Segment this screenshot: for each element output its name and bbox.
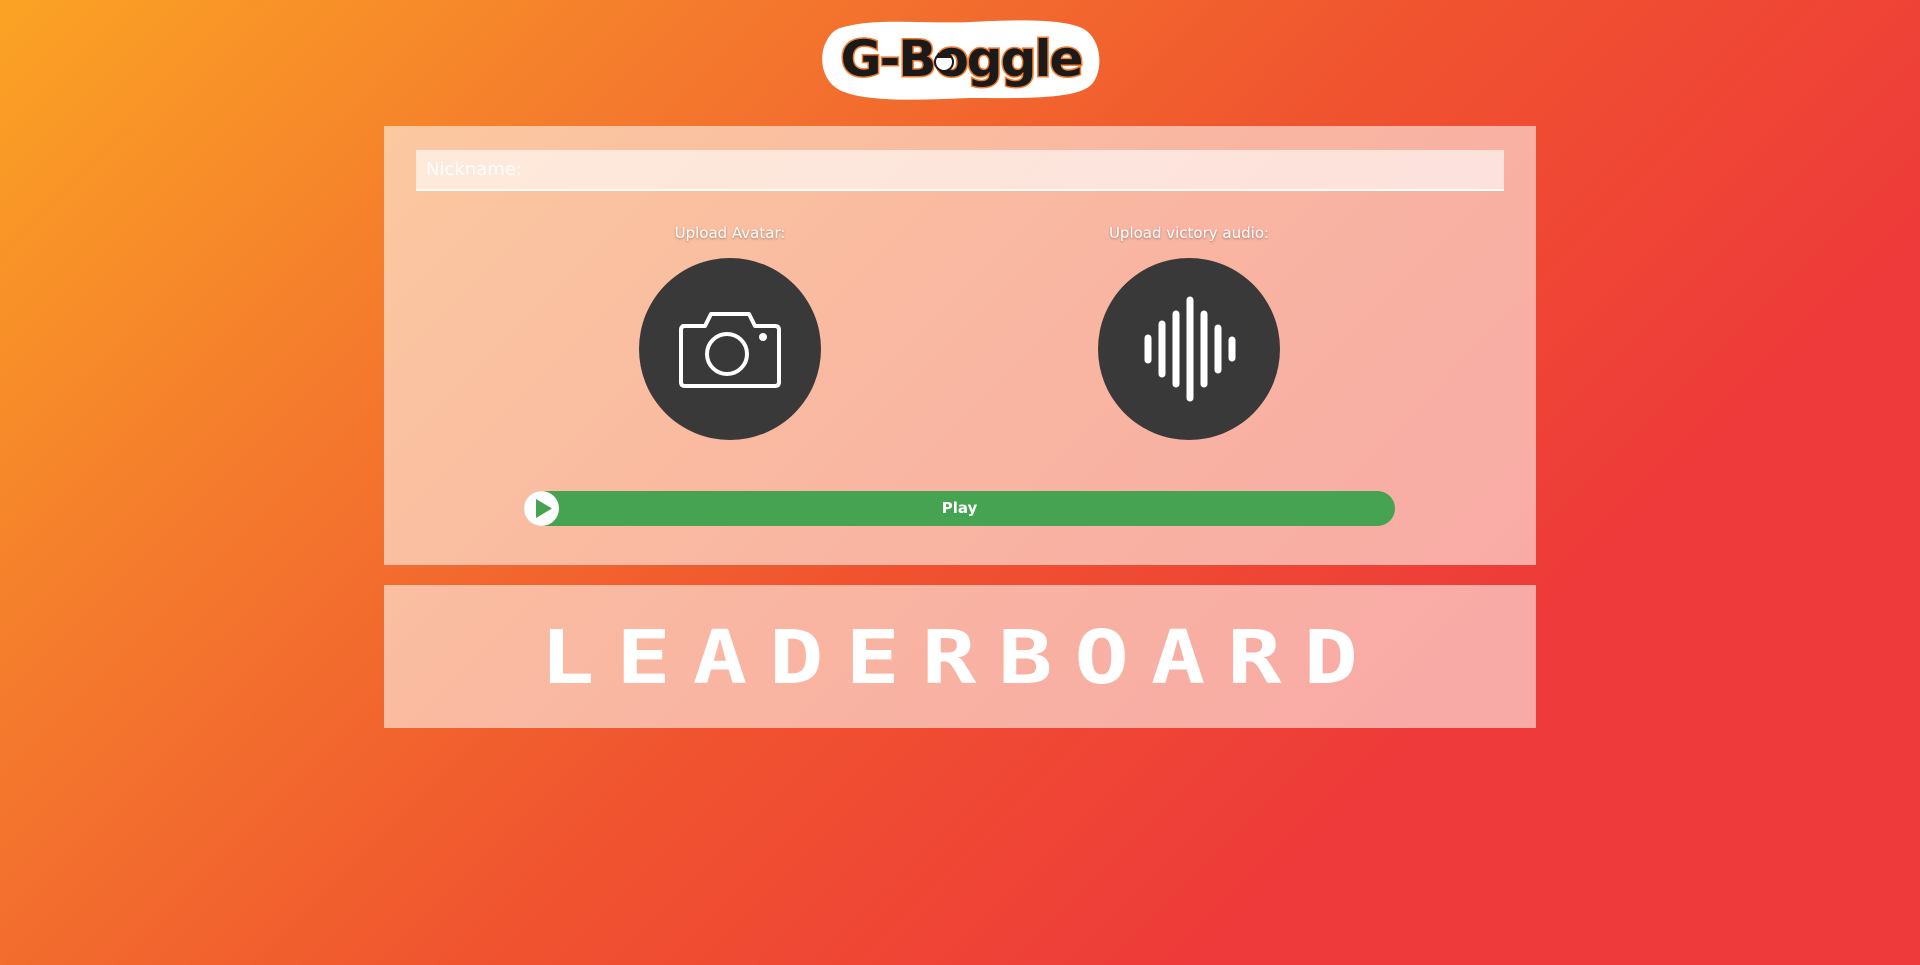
logo-text: G-Boggle bbox=[841, 30, 1082, 88]
nickname-input[interactable] bbox=[416, 150, 1504, 191]
upload-avatar-button[interactable] bbox=[639, 258, 821, 440]
camera-icon bbox=[679, 312, 781, 388]
g-boggle-logo: G-Boggle bbox=[822, 20, 1100, 100]
upload-avatar-section: Upload Avatar: bbox=[610, 222, 850, 440]
leaderboard-title-text: LEADERBOARD bbox=[540, 627, 1380, 687]
leaderboard-title: LEADERBOARD bbox=[540, 627, 1380, 687]
upload-audio-button[interactable] bbox=[1098, 258, 1280, 440]
upload-avatar-label: Upload Avatar: bbox=[674, 224, 786, 242]
upload-audio-section: Upload victory audio: bbox=[1069, 222, 1309, 440]
upload-audio-label: Upload victory audio: bbox=[1108, 224, 1270, 242]
leaderboard-panel: LEADERBOARD bbox=[384, 585, 1536, 728]
sound-wave-icon bbox=[1144, 296, 1236, 402]
play-label: Play bbox=[941, 499, 978, 517]
play-button[interactable]: Play bbox=[524, 491, 1395, 526]
player-setup-panel: Upload Avatar: Upload victory audio: bbox=[384, 126, 1536, 565]
